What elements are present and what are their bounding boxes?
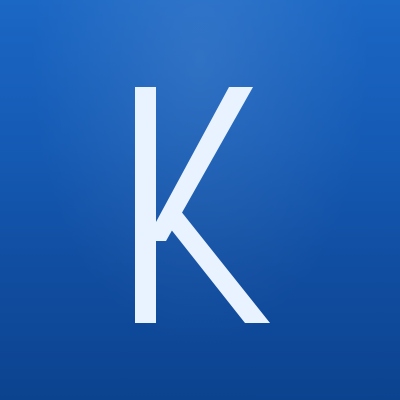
avatar-tile: K: [0, 0, 400, 400]
avatar-initial: K: [0, 0, 400, 400]
letter-k-shape: [135, 87, 270, 323]
initial-glyph: K: [135, 87, 270, 323]
